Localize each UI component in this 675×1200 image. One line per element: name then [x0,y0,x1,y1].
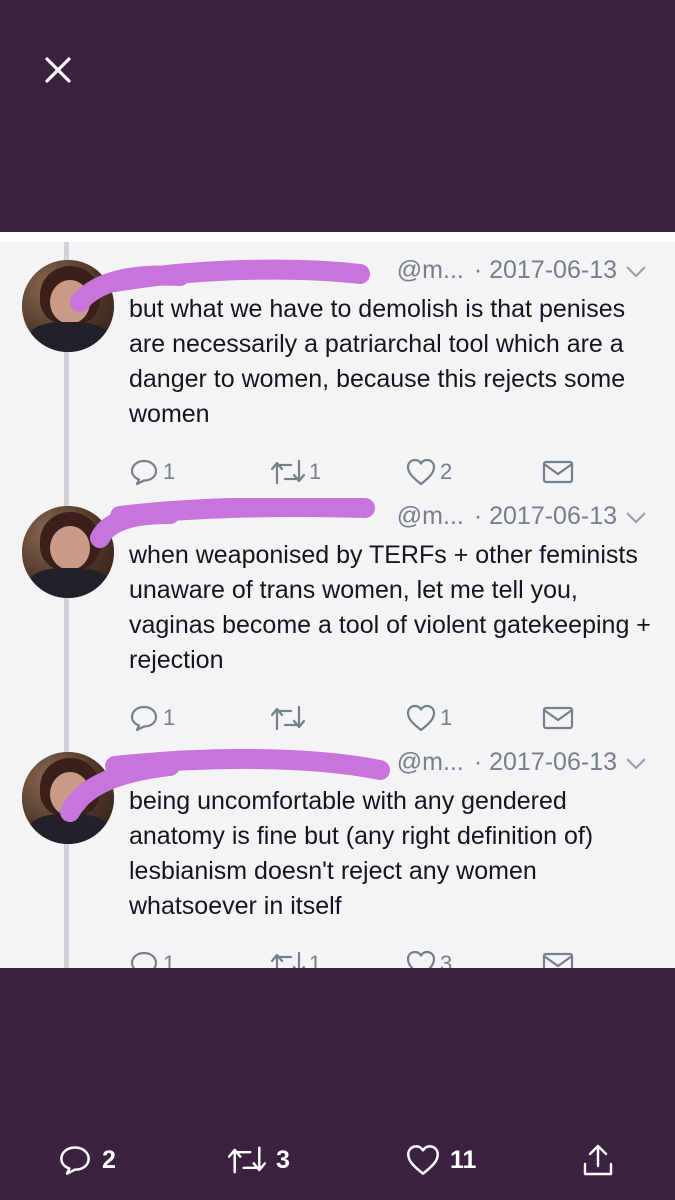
share-icon [583,1144,613,1176]
message-button[interactable] [542,948,574,968]
tweet-meta: @m... · 2017-06-13 [397,256,647,286]
tweet-handle[interactable]: @m... [397,502,464,530]
tweet-date[interactable]: · 2017-06-13 [474,748,617,776]
tweet-date[interactable]: · 2017-06-13 [474,502,617,530]
heart-icon [406,950,436,968]
reply-button[interactable]: 1 [129,702,175,734]
retweet-icon [228,1146,266,1174]
photo-top-edge [0,232,675,242]
tweet-meta: @m... · 2017-06-13 [397,748,647,778]
envelope-icon [542,706,574,730]
tweet[interactable]: @m... · 2017-06-13 but what we have to de… [0,242,675,488]
retweet-button[interactable] [271,702,309,734]
retweet-count: 1 [309,459,322,484]
close-button[interactable] [40,52,76,88]
retweet-icon [271,951,305,968]
chevron-down-icon[interactable] [625,257,647,286]
footer-like-button[interactable]: 11 [406,1142,476,1178]
footer-reply-button[interactable]: 2 [58,1142,116,1178]
footer-reply-count: 2 [102,1145,116,1174]
tweet-text: but what we have to demolish is that pen… [129,295,626,428]
like-count: 3 [440,951,453,968]
footer-share-button[interactable] [580,1142,616,1178]
retweet-button[interactable]: 1 [271,948,321,968]
tweet[interactable]: @m... · 2017-06-13 being uncomfortable wi… [0,734,675,968]
reply-icon [130,705,158,732]
like-count: 2 [440,459,453,484]
reply-button[interactable]: 1 [129,948,175,968]
reply-button[interactable]: 1 [129,456,175,488]
tweet-actions: 1 1 3 [129,948,579,968]
retweet-icon [271,705,305,731]
chevron-down-icon[interactable] [625,749,647,778]
tweet-handle[interactable]: @m... [397,748,464,776]
envelope-icon [542,952,574,968]
retweet-button[interactable]: 1 [271,456,321,488]
footer-like-count: 11 [450,1145,477,1174]
tweet-actions: 1 1 [129,702,579,736]
heart-icon [406,458,436,486]
close-icon [45,57,71,83]
retweet-icon [271,459,305,485]
viewer-bottom-bar: 2 3 11 [0,968,675,1200]
like-button[interactable]: 3 [406,948,452,968]
tweet-meta: @m... · 2017-06-13 [397,502,647,532]
avatar[interactable] [22,506,114,598]
tweet[interactable]: @m... · 2017-06-13 when weaponised by TER… [0,488,675,734]
heart-icon [406,704,436,732]
tweet-text: being uncomfortable with any gendered an… [129,787,594,920]
avatar[interactable] [22,752,114,844]
envelope-icon [542,460,574,484]
retweet-count: 1 [309,951,322,968]
message-button[interactable] [542,702,574,734]
reply-count: 1 [163,459,176,484]
reply-count: 1 [163,951,176,968]
tweet-text: when weaponised by TERFs + other feminis… [129,541,651,674]
footer-retweet-button[interactable]: 3 [228,1142,290,1178]
viewer-top-bar [0,0,675,232]
message-button[interactable] [542,456,574,488]
like-count: 1 [440,705,453,730]
like-button[interactable]: 1 [406,702,452,734]
tweet-date[interactable]: · 2017-06-13 [474,256,617,284]
heart-icon [407,1145,439,1175]
reply-icon [130,951,158,968]
reply-icon [60,1146,90,1175]
like-button[interactable]: 2 [406,456,452,488]
tweet-actions: 1 1 2 [129,456,579,490]
reply-icon [130,459,158,486]
avatar[interactable] [22,260,114,352]
reply-count: 1 [163,705,176,730]
footer-retweet-count: 3 [276,1145,290,1174]
tweet-handle[interactable]: @m... [397,256,464,284]
screenshot-photo: @m... · 2017-06-13 but what we have to de… [0,232,675,968]
chevron-down-icon[interactable] [625,503,647,532]
